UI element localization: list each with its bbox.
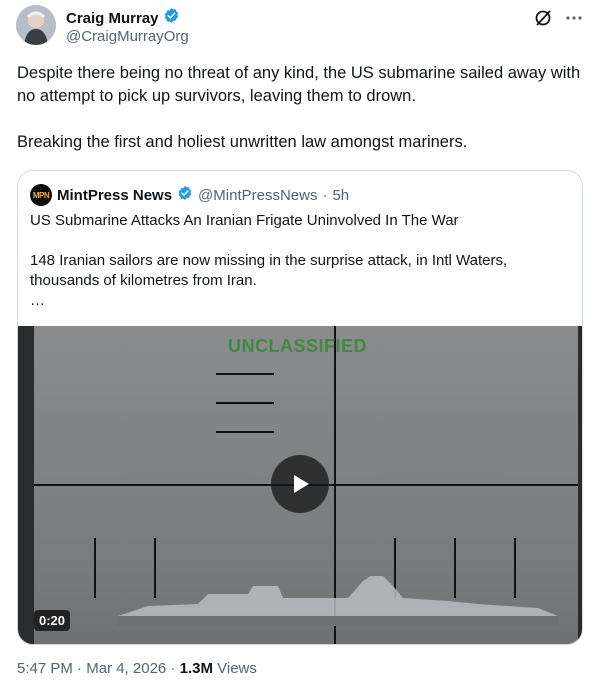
tweet-paragraph: Breaking the first and holiest unwritten… [17, 133, 468, 151]
video-player[interactable]: UNCLASSIFIED 0:20 [18, 326, 582, 644]
avatar[interactable] [16, 5, 56, 45]
video-duration: 0:20 [34, 610, 71, 631]
tweet-paragraph: Despite there being no threat of any kin… [17, 64, 581, 105]
tweet-text: Despite there being no threat of any kin… [17, 62, 582, 154]
grok-icon[interactable] [533, 8, 553, 33]
views-label: Views [217, 660, 257, 677]
tweet-footer: 5:47 PM · Mar 4, 2026 · 1.3M Views [17, 660, 257, 677]
post-time[interactable]: 5:47 PM [17, 660, 73, 677]
quoted-avatar[interactable]: MPN [30, 184, 52, 206]
more-options-icon[interactable] [565, 9, 583, 32]
video-frame-border [18, 326, 34, 644]
author-handle[interactable]: @CraigMurrayOrg [66, 28, 189, 45]
post-date[interactable]: Mar 4, 2026 [86, 660, 166, 677]
play-icon [294, 475, 309, 493]
quoted-author-name[interactable]: MintPress News [57, 187, 172, 204]
quoted-tweet[interactable]: MPN MintPress News @MintPressNews · 5h U… [17, 170, 583, 645]
verified-badge-icon [177, 185, 193, 205]
video-overlay-text: UNCLASSIFIED [228, 336, 368, 356]
quoted-header: MPN MintPress News @MintPressNews · 5h [30, 184, 349, 206]
footer-separator: · [170, 660, 176, 677]
tweet-actions-top [533, 8, 583, 33]
quoted-author-handle[interactable]: @MintPressNews [198, 187, 317, 204]
play-button[interactable] [271, 455, 329, 513]
reticle-tick [216, 402, 274, 404]
author-name-row[interactable]: Craig Murray [66, 7, 180, 29]
author-name[interactable]: Craig Murray [66, 10, 159, 27]
ship-silhouette [118, 576, 558, 626]
verified-badge-icon [163, 7, 180, 29]
footer-separator: · [77, 660, 83, 677]
reticle-tick [216, 373, 274, 375]
quoted-text: US Submarine Attacks An Iranian Frigate … [30, 211, 570, 311]
quoted-body: 148 Iranian sailors are now missing in t… [30, 251, 570, 311]
quoted-ellipsis: … [30, 292, 45, 309]
reticle-tick [216, 431, 274, 433]
views-count: 1.3M [179, 660, 213, 677]
quoted-body-text: 148 Iranian sailors are now missing in t… [30, 252, 508, 289]
reticle-tick [94, 538, 96, 598]
video-frame-border [578, 326, 582, 644]
quoted-headline: US Submarine Attacks An Iranian Frigate … [30, 212, 459, 229]
quoted-timestamp[interactable]: 5h [332, 187, 349, 204]
meta-separator: · [322, 186, 328, 204]
